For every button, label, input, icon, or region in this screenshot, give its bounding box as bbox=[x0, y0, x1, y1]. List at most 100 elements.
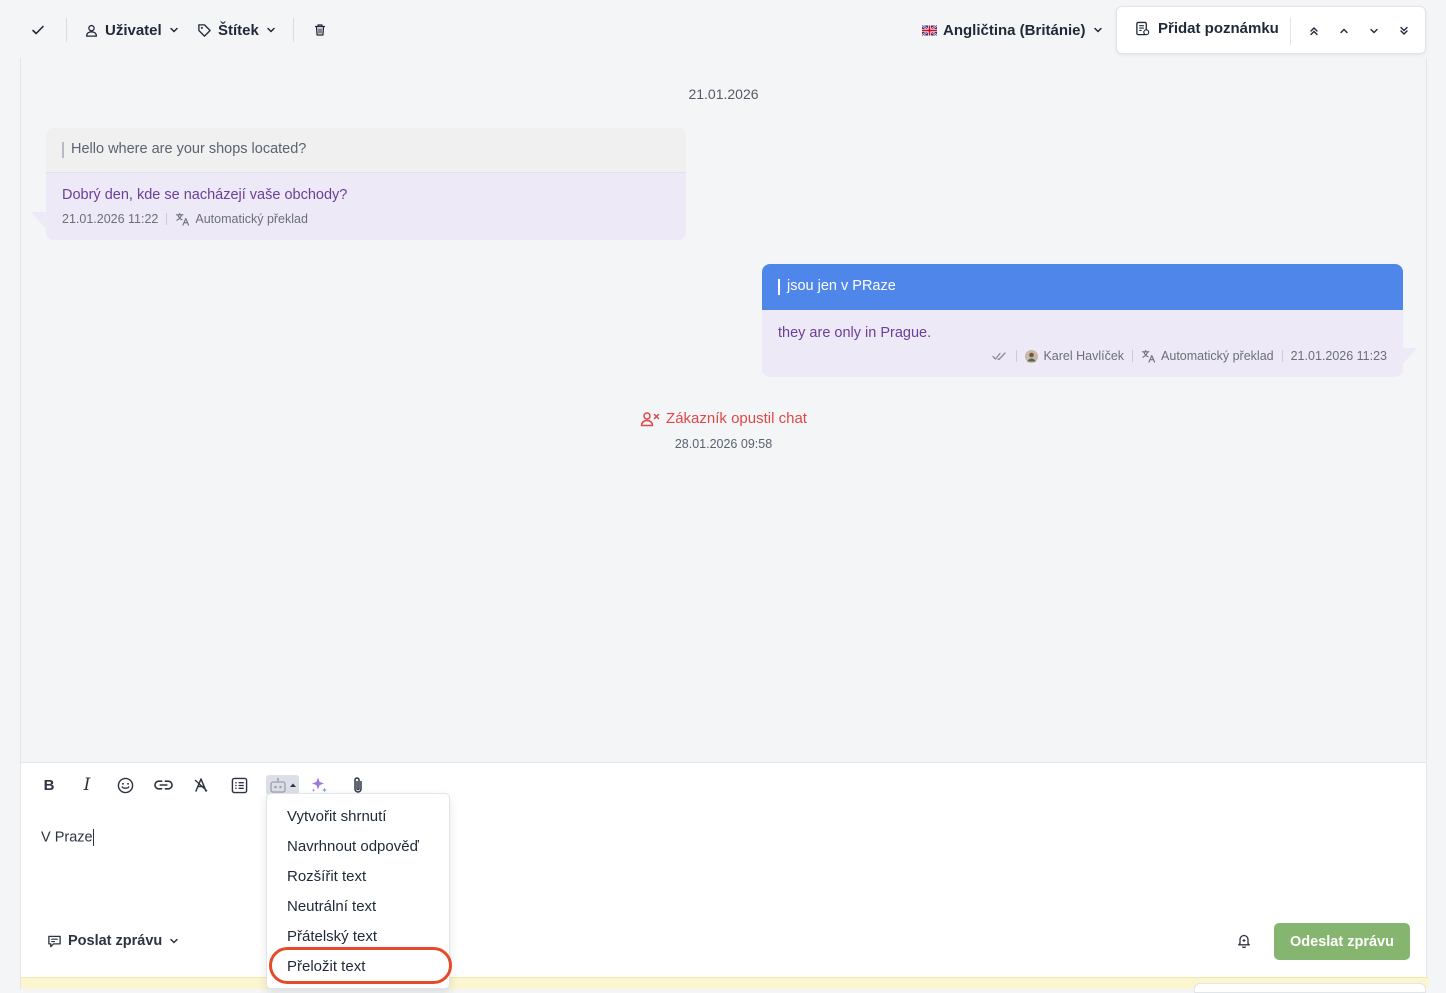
outgoing-original-label: jsou jen v PRaze bbox=[787, 278, 896, 294]
add-note-label: Přidat poznámku bbox=[1158, 20, 1279, 37]
menu-item-suggest-reply[interactable]: Navrhnout odpověď bbox=[287, 838, 419, 855]
agent-name: Karel Havlíček bbox=[1043, 349, 1125, 363]
message-editor[interactable]: V Praze bbox=[41, 829, 94, 846]
list-icon bbox=[231, 777, 248, 794]
outgoing-meta: Karel Havlíček Automatický překlad 21.01… bbox=[992, 349, 1387, 363]
robot-icon bbox=[269, 777, 287, 793]
link-icon bbox=[153, 779, 173, 791]
outgoing-bubble-tail bbox=[1401, 348, 1417, 366]
message-composer: B I V Praze Poslat zprávu Odeslat zprávu bbox=[21, 762, 1426, 989]
incoming-original-text: Hello where are your shops located? bbox=[46, 128, 686, 173]
note-divider bbox=[1290, 17, 1291, 45]
chevron-down-icon bbox=[168, 935, 180, 947]
double-check-icon bbox=[992, 350, 1008, 362]
tag-dropdown-label: Štítek bbox=[218, 21, 259, 39]
trash-icon bbox=[313, 23, 327, 37]
delete-button[interactable] bbox=[313, 14, 327, 46]
language-dropdown[interactable]: Angličtina (Británie) bbox=[922, 14, 1104, 46]
message-icon bbox=[47, 934, 62, 949]
uk-flag-icon bbox=[922, 24, 937, 36]
last-message-button[interactable] bbox=[1394, 21, 1414, 41]
previous-message-button[interactable] bbox=[1334, 21, 1354, 41]
meta-divider bbox=[166, 213, 168, 225]
top-toolbar: Uživatel Štítek Angličtina (Británie) Př… bbox=[0, 0, 1446, 60]
first-message-button[interactable] bbox=[1304, 21, 1324, 41]
user-dropdown-label: Uživatel bbox=[105, 21, 162, 39]
tag-dropdown[interactable]: Štítek bbox=[197, 14, 277, 46]
text-caret bbox=[92, 829, 94, 846]
meta-divider bbox=[1016, 350, 1018, 362]
resolve-button[interactable] bbox=[30, 14, 46, 46]
add-note-button[interactable]: Přidat poznámku bbox=[1135, 20, 1279, 37]
chevron-down-icon bbox=[1368, 25, 1380, 37]
double-chevron-down-icon bbox=[1398, 25, 1410, 37]
link-button[interactable] bbox=[151, 773, 175, 797]
avatar bbox=[1025, 349, 1039, 363]
incoming-message: Hello where are your shops located? Dobr… bbox=[46, 128, 686, 240]
template-button[interactable] bbox=[227, 773, 251, 797]
incoming-timestamp: 21.01.2026 11:22 bbox=[62, 212, 159, 226]
send-mode-dropdown[interactable]: Poslat zprávu bbox=[47, 933, 180, 949]
incoming-translated-text: Dobrý den, kde se nacházejí vaše obchody… bbox=[62, 187, 348, 203]
incoming-bubble-tail bbox=[31, 212, 47, 230]
chevron-down-icon bbox=[265, 24, 277, 36]
tag-icon bbox=[197, 23, 212, 38]
chevron-up-icon bbox=[1338, 25, 1350, 37]
outgoing-translation-label: Automatický překlad bbox=[1161, 349, 1274, 363]
quote-bar bbox=[778, 279, 780, 295]
menu-item-expand-text[interactable]: Rozšířit text bbox=[287, 868, 366, 885]
toolbar-divider bbox=[66, 18, 67, 42]
chevron-down-icon bbox=[168, 24, 180, 36]
clear-format-button[interactable] bbox=[189, 773, 213, 797]
emoji-button[interactable] bbox=[113, 773, 137, 797]
outgoing-translated-text: they are only in Prague. bbox=[778, 325, 932, 341]
translate-icon bbox=[175, 212, 190, 226]
date-header: 21.01.2026 bbox=[688, 86, 759, 102]
menu-item-friendly-text[interactable]: Přátelský text bbox=[287, 928, 377, 945]
bottom-panel-edge bbox=[1194, 983, 1426, 993]
next-message-button[interactable] bbox=[1364, 21, 1384, 41]
caret-up-icon bbox=[289, 782, 297, 788]
italic-icon: I bbox=[83, 775, 91, 795]
toolbar-divider bbox=[293, 18, 294, 42]
language-label: Angličtina (Británie) bbox=[943, 21, 1086, 39]
outgoing-timestamp: 21.01.2026 11:23 bbox=[1290, 349, 1387, 363]
ai-assistant-button[interactable] bbox=[266, 775, 299, 795]
message-editor-text: V Praze bbox=[41, 829, 93, 846]
incoming-translation-label: Automatický překlad bbox=[195, 212, 308, 226]
clear-format-icon bbox=[193, 777, 209, 793]
highlight-ring bbox=[269, 947, 452, 984]
user-dropdown[interactable]: Uživatel bbox=[84, 14, 180, 46]
user-icon bbox=[84, 23, 99, 38]
customer-left-time: 28.01.2026 09:58 bbox=[674, 437, 773, 451]
chevron-down-icon bbox=[1092, 24, 1104, 36]
bell-icon bbox=[1237, 933, 1251, 948]
send-mode-label: Poslat zprávu bbox=[68, 933, 163, 949]
meta-divider bbox=[1132, 350, 1134, 362]
incoming-original-label: Hello where are your shops located? bbox=[71, 141, 307, 157]
sparkle-icon bbox=[309, 775, 329, 795]
bold-button[interactable]: B bbox=[37, 773, 61, 797]
check-icon bbox=[30, 22, 46, 38]
quote-bar bbox=[62, 142, 64, 158]
outgoing-original-text: jsou jen v PRaze bbox=[762, 264, 1403, 310]
menu-item-create-summary[interactable]: Vytvořit shrnutí bbox=[287, 808, 386, 825]
conversation-panel: 21.01.2026 Hello where are your shops lo… bbox=[20, 58, 1428, 989]
double-chevron-up-icon bbox=[1308, 25, 1320, 37]
italic-button[interactable]: I bbox=[75, 773, 99, 797]
paperclip-icon bbox=[351, 776, 365, 794]
meta-divider bbox=[1281, 350, 1283, 362]
user-remove-icon bbox=[640, 411, 660, 427]
note-navigation-box: Přidat poznámku bbox=[1116, 6, 1426, 54]
notification-toggle[interactable] bbox=[1237, 933, 1251, 953]
customer-left-event: Zákazník opustil chat bbox=[21, 410, 1426, 427]
incoming-meta: 21.01.2026 11:22 Automatický překlad bbox=[62, 212, 308, 226]
emoji-icon bbox=[117, 777, 134, 794]
outgoing-message: jsou jen v PRaze they are only in Prague… bbox=[762, 264, 1403, 377]
bold-icon: B bbox=[43, 776, 55, 794]
note-icon bbox=[1135, 21, 1150, 36]
send-message-button[interactable]: Odeslat zprávu bbox=[1274, 923, 1410, 960]
customer-left-label: Zákazník opustil chat bbox=[666, 410, 807, 427]
translate-icon bbox=[1141, 349, 1156, 363]
menu-item-neutral-text[interactable]: Neutrální text bbox=[287, 898, 376, 915]
